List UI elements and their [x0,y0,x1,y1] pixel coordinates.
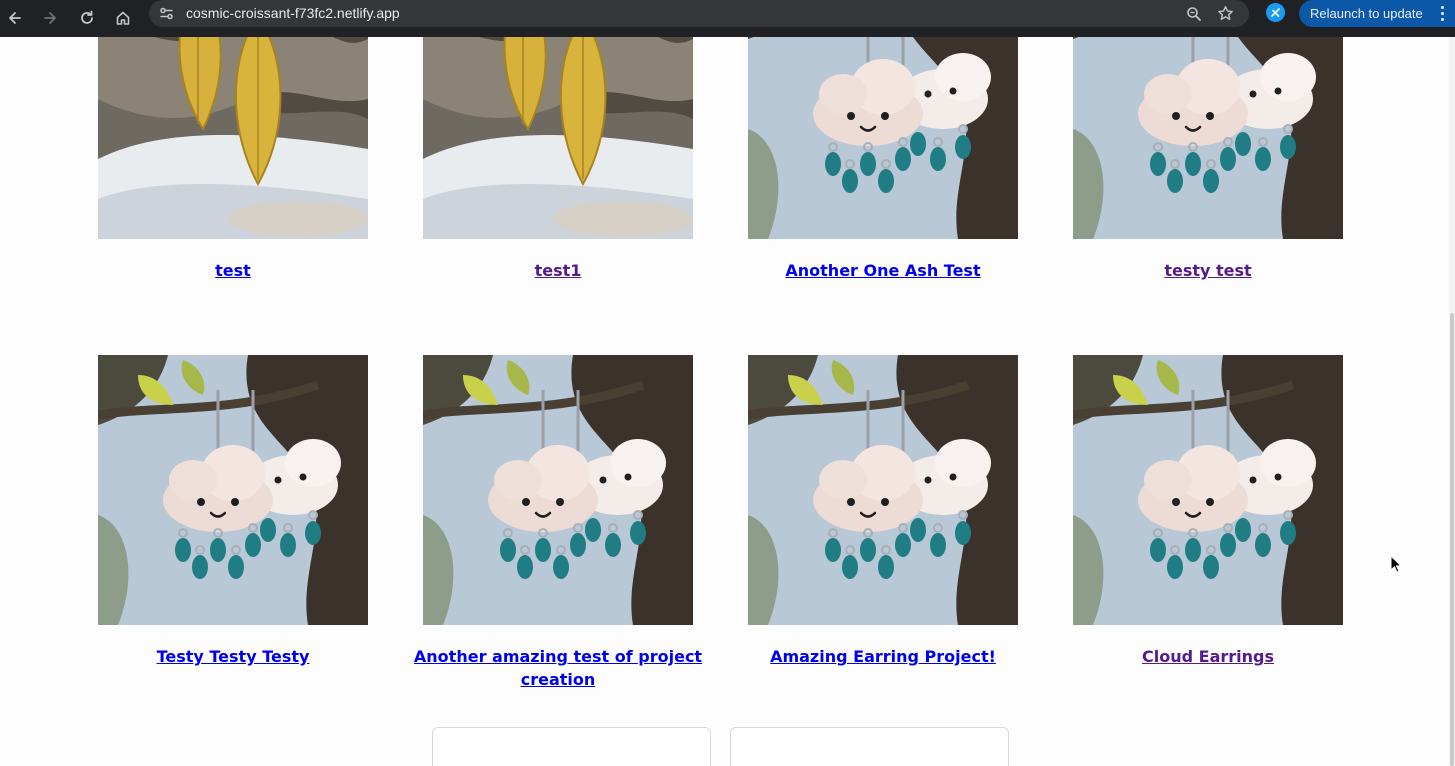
url-text[interactable]: cosmic-croissant-f73fc2.netlify.app [186,5,400,22]
gold-leaf-earrings-image[interactable] [423,37,693,239]
zoom-icon[interactable] [1184,4,1203,23]
scrollbar-thumb[interactable] [1450,313,1454,766]
project-card: test1 [423,37,693,280]
project-title-link[interactable]: Another amazing test of project creation [403,645,713,691]
gold-leaf-earrings-image[interactable] [98,37,368,239]
cloud-earrings-image[interactable] [1073,355,1343,625]
browser-toolbar: cosmic-croissant-f73fc2.netlify.app Rela… [0,0,1455,37]
project-card: Testy Testy Testy [98,355,368,666]
form-input-box[interactable] [432,727,711,766]
back-icon[interactable] [2,5,28,31]
project-card: Cloud Earrings [1073,355,1343,666]
forward-icon[interactable] [37,5,63,31]
project-card: Another amazing test of project creation [414,355,702,689]
form-input-box[interactable] [730,727,1009,766]
project-card: test [98,37,368,280]
mouse-cursor-icon [1390,554,1403,577]
cloud-earrings-image[interactable] [1073,37,1343,239]
cloud-earrings-image[interactable] [748,37,1018,239]
project-card: Another One Ash Test [748,37,1018,280]
relaunch-to-update-button[interactable]: Relaunch to update [1299,0,1455,27]
site-settings-icon[interactable] [158,5,175,22]
project-card: testy test [1073,37,1343,280]
menu-dots-icon[interactable] [1437,4,1447,23]
project-title-link[interactable]: testy test [1053,259,1363,282]
home-icon[interactable] [110,5,136,31]
project-title-link[interactable]: Testy Testy Testy [78,645,388,668]
cloud-earrings-image[interactable] [423,355,693,625]
page-viewport: test test1 Another One Ash Test testy te… [0,37,1449,766]
extension-icon[interactable] [1266,3,1285,22]
project-title-link[interactable]: Another One Ash Test [728,259,1038,282]
bookmark-star-icon[interactable] [1216,4,1235,23]
project-title-link[interactable]: Cloud Earrings [1053,645,1363,668]
project-card: Amazing Earring Project! [748,355,1018,666]
project-title-link[interactable]: test [78,259,388,282]
reload-icon[interactable] [74,5,100,31]
cloud-earrings-image[interactable] [748,355,1018,625]
project-title-link[interactable]: test1 [403,259,713,282]
project-title-link[interactable]: Amazing Earring Project! [728,645,1038,668]
cloud-earrings-image[interactable] [98,355,368,625]
